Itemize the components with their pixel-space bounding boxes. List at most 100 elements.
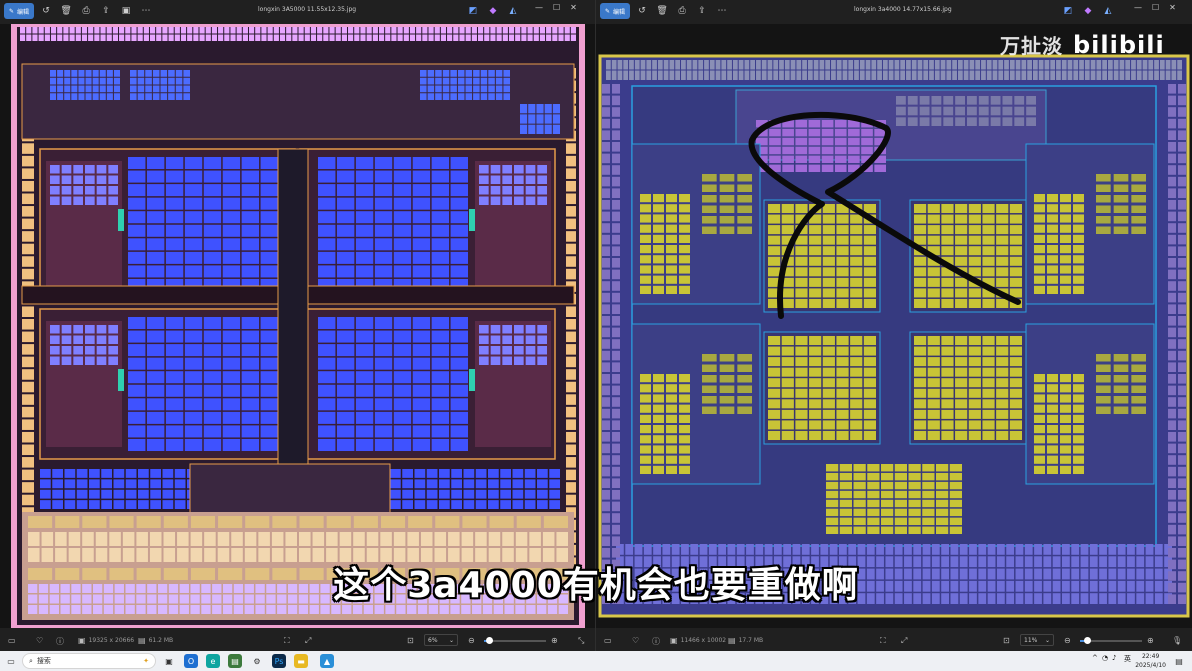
notification-bell-icon[interactable]: ▤ <box>1172 654 1186 668</box>
edge-icon[interactable]: e <box>206 654 220 668</box>
right-dimensions: ▣ 11466 x 10002 <box>670 636 726 645</box>
widgets-icon[interactable]: ▭ <box>4 654 18 668</box>
left-edit-button[interactable]: ✎ 编辑 <box>4 3 35 19</box>
right-info-button[interactable]: ⓘ <box>652 636 660 647</box>
store-icon[interactable]: ▤ <box>228 654 242 668</box>
ai-enhance-icon[interactable]: ◭ <box>1100 3 1116 19</box>
more-icon[interactable]: ⋯ <box>714 3 730 19</box>
right-actual-size-button[interactable]: ⊡ <box>1003 636 1010 645</box>
left-photo-window: ✎ 编辑 ↺ 🗑 ⎙ ⇪ ▣ ⋯ longxin 3A5000 11.55x12… <box>0 0 596 651</box>
left-expand-button[interactable]: ⤡ <box>578 636 584 646</box>
minimize-icon[interactable]: — <box>1134 3 1142 12</box>
print-icon[interactable]: ⎙ <box>674 3 690 19</box>
input-method-indicator[interactable]: 英 <box>1124 654 1131 664</box>
fit-icon: ⤢ <box>901 636 908 645</box>
dimensions-icon: ▣ <box>670 636 678 645</box>
right-expand-button[interactable]: 🎙 <box>1172 636 1182 645</box>
left-die-image[interactable] <box>0 24 595 628</box>
left-actual-size-button[interactable]: ⊡ <box>407 636 414 645</box>
right-zoom-select[interactable]: 11% ⌄ <box>1020 634 1054 646</box>
fit-icon: ⤢ <box>305 636 312 645</box>
left-edit-label: 编辑 <box>17 8 30 16</box>
right-filmstrip-button[interactable]: ▭ <box>604 636 612 645</box>
core-4-marker <box>469 369 475 391</box>
clipchamp-icon[interactable]: ◆ <box>1080 3 1096 19</box>
right-window-title: longxin 3a4000 14.77x15.66.jpg <box>854 6 952 13</box>
task-view-icon[interactable]: ▣ <box>162 654 176 668</box>
video-watermark: 万扯淡 bilibili <box>1000 30 1165 59</box>
right-die-image[interactable] <box>596 24 1192 628</box>
print-icon[interactable]: ⎙ <box>78 3 94 19</box>
tray-volume-icon[interactable]: ♪ <box>1112 654 1116 662</box>
delete-icon[interactable]: 🗑 <box>654 3 670 19</box>
filmstrip-icon: ▭ <box>604 636 612 645</box>
settings-gear-icon[interactable]: ⚙ <box>250 654 264 668</box>
mic-icon: 🎙 <box>1172 636 1183 645</box>
left-favorite-button[interactable]: ♡ <box>36 636 43 645</box>
left-info-button[interactable]: ⓘ <box>56 636 64 647</box>
left-zoom-slider[interactable] <box>484 637 546 644</box>
close-icon[interactable]: ✕ <box>1169 3 1176 12</box>
left-dimensions-value: 19325 x 20666 <box>88 637 135 644</box>
tray-chevron-up-icon[interactable]: ^ <box>1092 654 1098 662</box>
left-file-size-value: 61.2 MB <box>148 637 174 644</box>
close-icon[interactable]: ✕ <box>570 3 577 12</box>
right-crop-button[interactable]: ⛶ <box>880 636 886 646</box>
edit-image-icon[interactable]: ◩ <box>465 3 481 19</box>
core-1-marker <box>118 209 124 231</box>
share-icon[interactable]: ⇪ <box>98 3 114 19</box>
ai-enhance-icon[interactable]: ◭ <box>505 3 521 19</box>
minimize-icon[interactable]: — <box>535 3 543 12</box>
photoshop-icon[interactable]: Ps <box>272 654 286 668</box>
left-filmstrip-button[interactable]: ▭ <box>8 636 16 645</box>
side-block-2 <box>1025 143 1155 305</box>
left-zoom-select[interactable]: 6% ⌄ <box>424 634 458 646</box>
watermark-text: 万扯淡 <box>1000 34 1063 58</box>
left-app-icons: ◩ ◆ ◭ <box>465 3 521 19</box>
slideshow-icon[interactable]: ▣ <box>118 3 134 19</box>
dimensions-icon: ▣ <box>78 636 86 645</box>
info-icon: ⓘ <box>56 637 64 646</box>
file-explorer-icon[interactable]: ▬ <box>294 654 308 668</box>
info-icon: ⓘ <box>652 637 660 646</box>
left-zoom-in-button[interactable]: ⊕ <box>551 636 558 645</box>
right-zoom-knob[interactable] <box>1084 637 1092 644</box>
right-zoom-out-button[interactable]: ⊖ <box>1064 636 1071 645</box>
left-zoom-knob[interactable] <box>486 637 494 644</box>
outlook-icon[interactable]: O <box>184 654 198 668</box>
left-zoom-out-button[interactable]: ⊖ <box>468 636 475 645</box>
left-window-title: longxin 3A5000 11.55x12.35.jpg <box>258 6 357 13</box>
right-app-icons: ◩ ◆ ◭ <box>1060 3 1116 19</box>
photos-app-icon[interactable]: ▲ <box>320 654 334 668</box>
rotate-icon[interactable]: ↺ <box>634 3 650 19</box>
right-zoom-slider[interactable] <box>1080 637 1142 644</box>
maximize-icon[interactable]: ☐ <box>1152 3 1159 12</box>
copilot-sparkle-icon: ✦ <box>143 657 149 665</box>
search-icon: ⌕ <box>29 656 33 665</box>
tray-wifi-icon[interactable]: ◔ <box>1102 654 1108 662</box>
maximize-icon[interactable]: ☐ <box>553 3 560 12</box>
file-icon: ▤ <box>728 636 736 645</box>
right-zoom-in-button[interactable]: ⊕ <box>1147 636 1154 645</box>
taskbar-search-box[interactable]: ⌕ 搜索 ✦ <box>22 653 156 669</box>
expand-icon: ⤡ <box>578 636 585 645</box>
right-edit-button[interactable]: ✎ 编辑 <box>600 3 631 19</box>
left-zoom-value: 6% <box>428 636 438 644</box>
taskbar-clock[interactable]: 22:49 2025/4/10 <box>1135 652 1166 670</box>
zoom-out-icon: ⊖ <box>1064 636 1071 645</box>
rotate-icon[interactable]: ↺ <box>38 3 54 19</box>
clock-date: 2025/4/10 <box>1135 662 1166 669</box>
right-favorite-button[interactable]: ♡ <box>632 636 639 645</box>
edit-image-icon[interactable]: ◩ <box>1060 3 1076 19</box>
right-statusbar: ▭ ♡ ⓘ ▣ 11466 x 10002 ▤ 17.7 MB ⛶ ⤢ ⊡ 11… <box>596 630 1192 651</box>
right-fullscreen-button[interactable]: ⤢ <box>901 636 907 646</box>
top-cache-block-d <box>520 104 560 134</box>
left-crop-button[interactable]: ⛶ <box>284 636 290 646</box>
more-icon[interactable]: ⋯ <box>138 3 154 19</box>
left-fullscreen-button[interactable]: ⤢ <box>305 636 311 646</box>
share-icon[interactable]: ⇪ <box>694 3 710 19</box>
chevron-down-icon: ⌄ <box>448 636 454 644</box>
delete-icon[interactable]: 🗑 <box>58 3 74 19</box>
clipchamp-icon[interactable]: ◆ <box>485 3 501 19</box>
crop-icon: ⛶ <box>284 636 290 645</box>
